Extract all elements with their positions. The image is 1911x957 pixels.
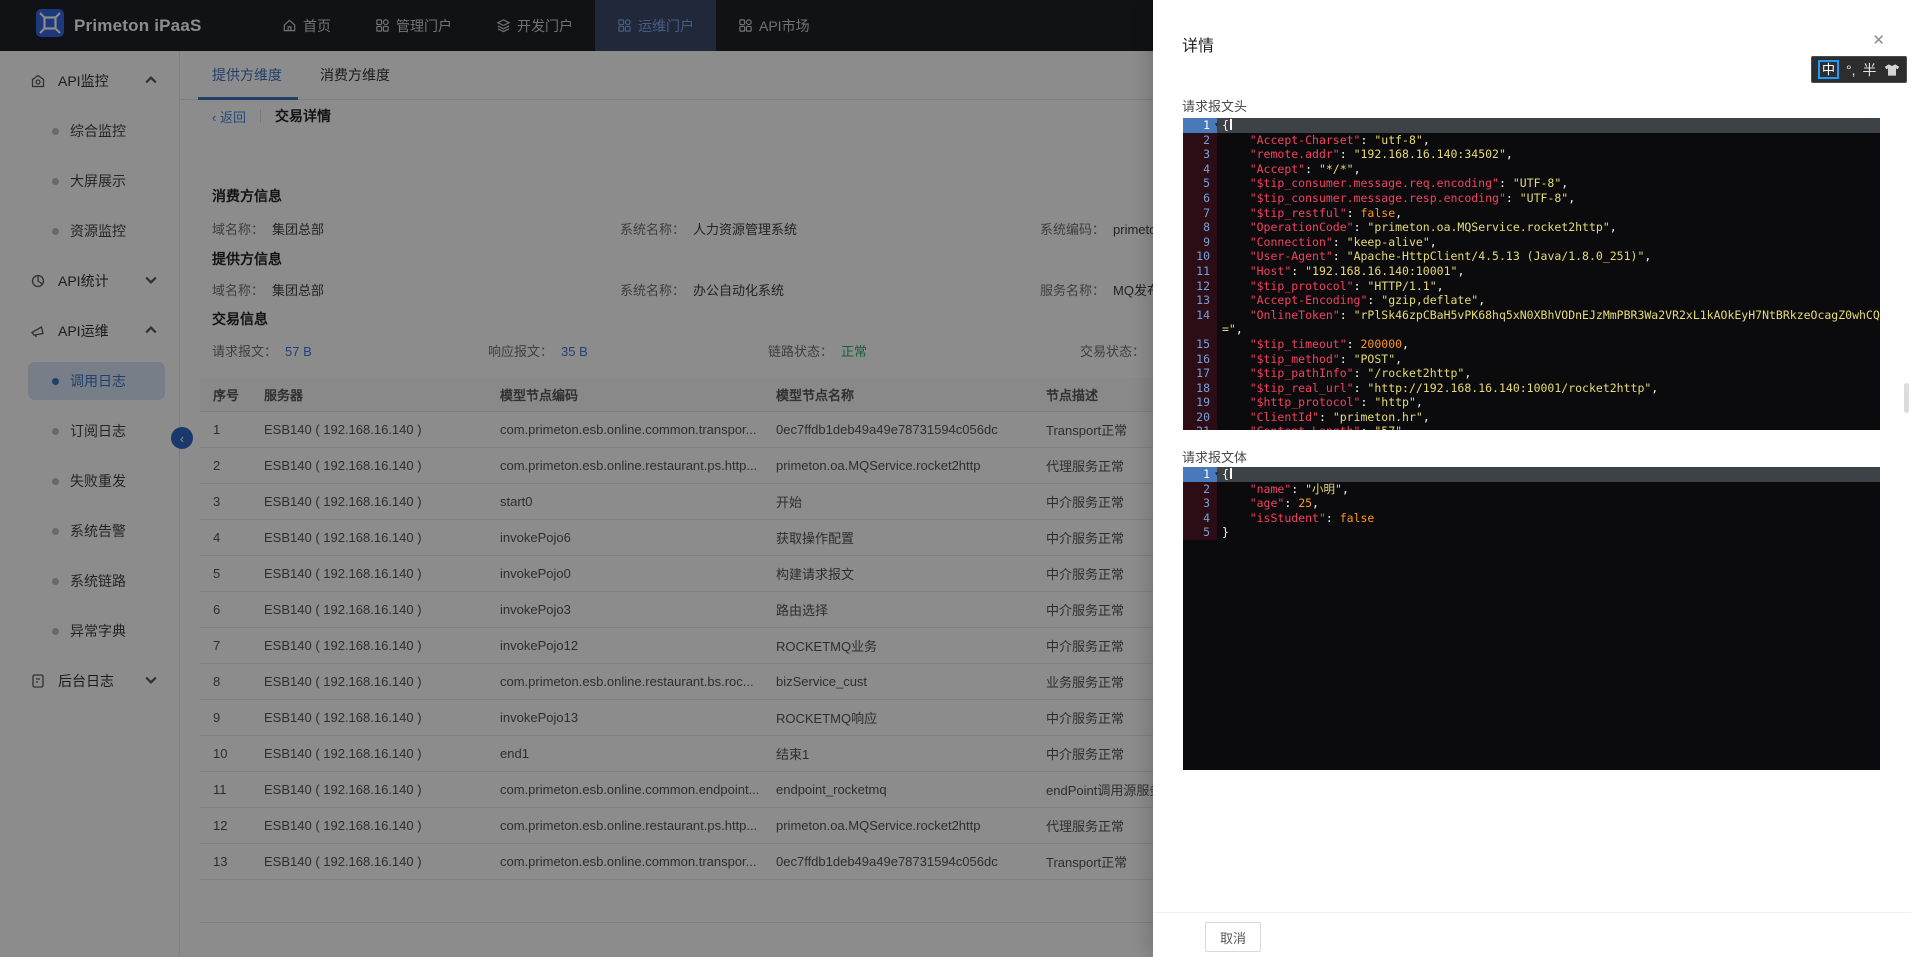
- code-line: 16 "$tip_method": "POST",: [1183, 351, 1880, 367]
- code-line: 20 "ClientId": "primeton.hr",: [1183, 409, 1880, 425]
- request-header-editor[interactable]: 1 ▾{2 "Accept-Charset": "utf-8", 3 "remote…: [1183, 118, 1880, 430]
- fold-caret-icon[interactable]: ▾: [1214, 467, 1219, 482]
- request-body-editor[interactable]: 1 ▾{2 "name": "小明", 3 "age": 25, 4 "isStude…: [1183, 467, 1880, 770]
- code-line: 5}: [1183, 525, 1880, 540]
- code-line: 1 ▾{: [1183, 118, 1880, 133]
- code-line: 11 "Host": "192.168.16.140:10001",: [1183, 263, 1880, 279]
- ime-item: 半: [1862, 61, 1877, 78]
- ime-status-bar: 中 °, 半: [1811, 56, 1907, 83]
- code-line: 19 "$http_protocol": "http",: [1183, 395, 1880, 410]
- code-line: 17 "$tip_pathInfo": "/rocket2http",: [1183, 366, 1880, 381]
- code-line: 21 "Content-Length": "57",: [1183, 424, 1880, 430]
- code-line: 4 "Accept": "*/*",: [1183, 161, 1880, 177]
- fold-caret-icon[interactable]: ▾: [1214, 118, 1219, 133]
- ime-item: °,: [1846, 61, 1856, 78]
- detail-drawer: 详情 ✕ 请求报文头 1 ▾{2 "Accept-Charset": "utf-8…: [1153, 0, 1911, 957]
- text-cursor: [1229, 119, 1232, 130]
- text-cursor: [1229, 468, 1232, 479]
- cancel-button[interactable]: 取消: [1205, 922, 1262, 952]
- code-line: 3 "age": 25,: [1183, 496, 1880, 511]
- code-line: 3 "remote.addr": "192.168.16.140:34502",: [1183, 147, 1880, 162]
- code-line: 8 "OperationCode": "primeton.oa.MQServic…: [1183, 220, 1880, 235]
- shirt-icon: [1884, 63, 1900, 77]
- code-line: 7 "$tip_restful": false,: [1183, 205, 1880, 221]
- ime-chinese-mode-indicator: 中: [1818, 60, 1840, 79]
- code-line: 1 ▾{: [1183, 467, 1880, 482]
- close-icon[interactable]: ✕: [1872, 33, 1885, 48]
- drawer-footer: 取消: [1153, 912, 1911, 957]
- app-root: Primeton iPaaS 首页 管理门户 开发门户 运维门户 API市场 API监控…: [0, 0, 1911, 957]
- code-line: 15 "$tip_timeout": 200000,: [1183, 336, 1880, 352]
- code-line: 12 "$tip_protocol": "HTTP/1.1",: [1183, 278, 1880, 294]
- drawer-title: 详情: [1182, 38, 1215, 55]
- code-line: 2 "Accept-Charset": "utf-8",: [1183, 132, 1880, 148]
- code-line: 13 "Accept-Encoding": "gzip,deflate",: [1183, 293, 1880, 308]
- code-line: 9 "Connection": "keep-alive",: [1183, 234, 1880, 250]
- code-line: 5 "$tip_consumer.message.req.encoding": …: [1183, 176, 1880, 191]
- code-line: 18 "$tip_real_url": "http://192.168.16.1…: [1183, 380, 1880, 396]
- code-line: 4 "isStudent": false: [1183, 510, 1880, 526]
- request-body-label: 请求报文体: [1182, 450, 1248, 465]
- code-line: 2 "name": "小明",: [1183, 481, 1880, 497]
- code-line: 10 "User-Agent": "Apache-HttpClient/4.5.…: [1183, 249, 1880, 264]
- request-header-label: 请求报文头: [1182, 99, 1248, 114]
- editor-scrollbar-thumb[interactable]: [1904, 383, 1909, 413]
- code-line: 14 "OnlineToken": "rPlSk46zpCBaH5vPK68hq…: [1183, 307, 1880, 337]
- code-line: 6 "$tip_consumer.message.resp.encoding":…: [1183, 190, 1880, 206]
